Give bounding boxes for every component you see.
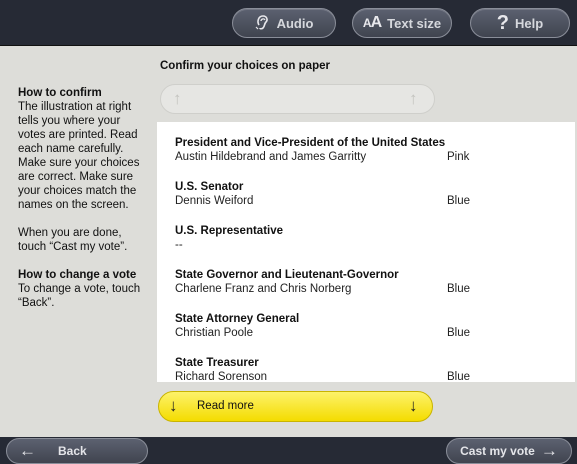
- confirm-heading: How to confirm: [18, 87, 102, 99]
- up-arrow-icon: ↑: [173, 89, 182, 108]
- back-button[interactable]: ← Back: [6, 438, 148, 464]
- text-size-small-a: A: [362, 16, 372, 30]
- page-title: Confirm your choices on paper: [160, 60, 330, 72]
- audio-button[interactable]: Audio: [232, 8, 336, 38]
- contest-title: U.S. Representative: [175, 225, 284, 237]
- text-size-icon: AA: [362, 14, 383, 32]
- choices-panel: President and Vice-President of the Unit…: [157, 122, 575, 382]
- contest-title: State Attorney General: [175, 313, 300, 325]
- top-toolbar: Audio AA Text size ? Help: [0, 0, 577, 46]
- left-arrow-icon: ←: [19, 441, 36, 460]
- contest-title: U.S. Senator: [175, 181, 244, 193]
- instructions-sidebar: How to confirm The illustration at right…: [18, 86, 150, 324]
- read-more-button[interactable]: ↓ Read more ↓: [158, 391, 433, 422]
- contest-item: U.S. Senator Dennis Weiford Blue: [175, 180, 565, 208]
- contest-choice: Charlene Franz and Chris Norberg: [175, 283, 352, 295]
- done-text: When you are done, touch “Cast my vote”.: [18, 227, 128, 253]
- contest-choice: Christian Poole: [175, 327, 253, 339]
- contest-item: President and Vice-President of the Unit…: [175, 136, 565, 164]
- read-more-label: Read more: [197, 400, 254, 412]
- contest-choice: Austin Hildebrand and James Garritty: [175, 151, 367, 163]
- ear-icon: [255, 13, 271, 34]
- down-arrow-icon: ↓: [409, 396, 418, 415]
- party-label: Blue: [447, 283, 471, 295]
- contest-title: State Treasurer: [175, 357, 259, 369]
- confirm-text: The illustration at right tells you wher…: [18, 101, 140, 211]
- contest-item: State Governor and Lieutenant-Governor C…: [175, 268, 565, 296]
- down-arrow-icon: ↓: [169, 396, 178, 415]
- help-label: Help: [515, 15, 544, 31]
- party-label: Blue: [447, 371, 471, 382]
- up-arrow-icon: ↑: [409, 89, 418, 108]
- cast-vote-button[interactable]: Cast my vote →: [446, 438, 572, 464]
- right-arrow-icon: →: [540, 441, 558, 460]
- contest-item: U.S. Representative --: [175, 224, 565, 252]
- change-heading: How to change a vote: [18, 269, 137, 281]
- text-size-button[interactable]: AA Text size: [352, 8, 452, 38]
- question-icon: ?: [496, 11, 510, 34]
- party-label: Pink: [447, 151, 470, 163]
- scroll-up-button[interactable]: ↑ ↑: [160, 84, 435, 114]
- contest-choice: Dennis Weiford: [175, 195, 254, 207]
- contest-choice: Richard Sorenson: [175, 371, 268, 382]
- contest-item: State Attorney General Christian Poole Bl…: [175, 312, 565, 340]
- contest-title: President and Vice-President of the Unit…: [175, 137, 446, 149]
- contest-item: State Treasurer Richard Sorenson Blue: [175, 356, 565, 382]
- contest-title: State Governor and Lieutenant-Governor: [175, 269, 399, 281]
- party-label: Blue: [447, 195, 471, 207]
- contest-choice: --: [175, 239, 183, 251]
- help-button[interactable]: ? Help: [470, 8, 570, 38]
- bottom-bar: ← Back Cast my vote →: [0, 437, 577, 464]
- audio-label: Audio: [276, 15, 314, 31]
- change-text: To change a vote, touch “Back”.: [18, 283, 141, 309]
- party-label: Blue: [447, 327, 471, 339]
- text-size-big-a: A: [370, 14, 383, 31]
- cast-vote-label: Cast my vote: [460, 444, 535, 458]
- text-size-label: Text size: [387, 15, 442, 31]
- back-label: Back: [58, 444, 87, 458]
